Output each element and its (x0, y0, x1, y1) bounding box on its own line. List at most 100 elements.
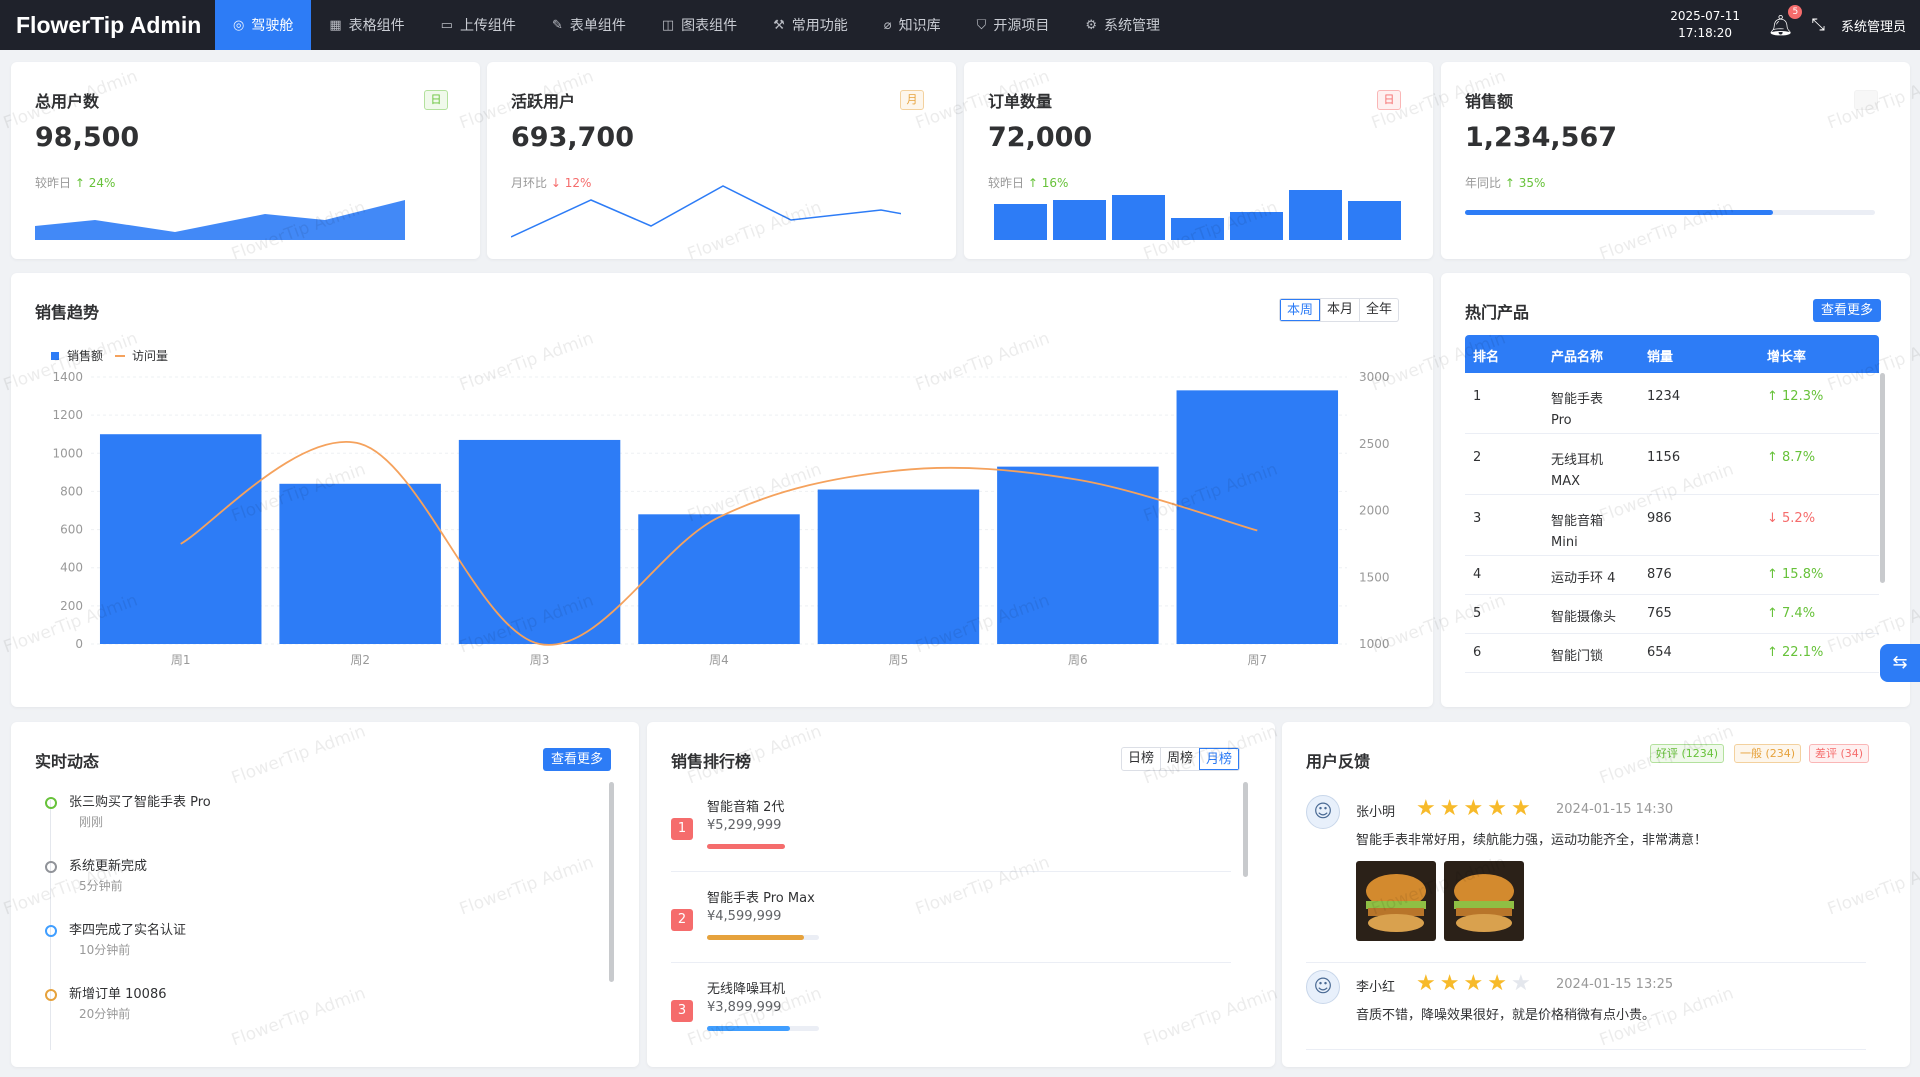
bar-周1 (99, 434, 262, 644)
product-amount: ¥3,899,999 (707, 1000, 782, 1015)
tab-week[interactable]: 周榜 (1160, 748, 1199, 770)
review-image[interactable] (1444, 861, 1524, 941)
rank-cell: 6 (1473, 645, 1482, 660)
star-rating: ★★★★★ (1416, 971, 1535, 996)
review-text: 智能手表非常好用，续航能力强，运动功能齐全，非常满意！ (1356, 833, 1708, 848)
tab-day[interactable]: 日榜 (1122, 748, 1160, 770)
nav-item-form[interactable]: ✎ 表单组件 (534, 0, 644, 50)
mini-bar (994, 204, 1047, 240)
star-icon: ★ (1463, 796, 1488, 821)
review-image[interactable] (1356, 861, 1436, 941)
nav-item-common[interactable]: ⚒ 常用功能 (755, 0, 866, 50)
product-cell: 运动手环 4 (1551, 571, 1616, 586)
star-icon: ★ (1463, 971, 1488, 996)
star-icon: ★ (1487, 796, 1511, 821)
main-nav: ◎ 驾驶舱 ▦ 表格组件 ▭ 上传组件 ✎ 表单组件 ◫ 图表组件 ⚒ 常用功能 ⌀ 知识库 … (215, 0, 1178, 50)
stat-title: 销售额 (1465, 92, 1514, 111)
compare-label: 较昨日 (988, 176, 1025, 190)
table-icon: ▦ (329, 17, 342, 33)
rank-cell: 2 (1473, 450, 1482, 465)
nav-label: 知识库 (898, 18, 941, 34)
table-scrollbar[interactable] (1880, 373, 1885, 583)
burger-image (1444, 861, 1524, 941)
x-tick-label: 周4 (709, 653, 729, 667)
bar-周7 (1176, 390, 1339, 644)
star-icon: ★ (1416, 971, 1440, 996)
view-more-button[interactable]: 查看更多 (543, 748, 612, 771)
stat-title: 订单数量 (988, 92, 1053, 111)
growth-cell: ↓ 5.2% (1767, 511, 1816, 526)
wrench-icon: ⚒ (773, 17, 785, 33)
stat-value: 693,700 (511, 122, 634, 153)
y-tick-label-left: 0 (75, 637, 83, 651)
activity-time: 刚刚 (79, 815, 104, 829)
product-name: 智能手表 Pro Max (707, 891, 815, 906)
mini-line-chart (511, 185, 901, 238)
activity-time: 20分钟前 (79, 1007, 131, 1021)
activity-scrollbar[interactable] (609, 782, 614, 982)
star-icon: ★ (1439, 971, 1464, 996)
ranking-item[interactable]: 3 无线降噪耳机 ¥3,899,999 (671, 978, 1231, 1054)
nav-label: 图表组件 (681, 18, 738, 34)
table-row[interactable]: 3 智能音箱 Mini 986 ↓ 5.2% (1465, 495, 1879, 556)
top-navigation-bar: FlowerTip Admin ◎ 驾驶舱 ▦ 表格组件 ▭ 上传组件 ✎ 表单组件 ◫… (0, 0, 1920, 50)
user-menu[interactable]: 系统管理员 (1841, 16, 1906, 35)
avatar: ☺ (1306, 795, 1340, 829)
x-tick-label: 周3 (530, 653, 550, 667)
nav-item-knowledge[interactable]: ⌀ 知识库 (866, 0, 959, 50)
ranking-item[interactable]: 2 智能手表 Pro Max ¥4,599,999 (671, 887, 1231, 963)
x-tick-label: 周5 (889, 653, 909, 667)
product-cell: 无线耳机 MAX (1551, 453, 1604, 489)
compare-label: 年同比 (1465, 176, 1502, 190)
product-cell: 智能手表 Pro (1551, 392, 1604, 428)
nav-item-table[interactable]: ▦ 表格组件 (311, 0, 422, 50)
nav-item-opensource[interactable]: ⛉ 开源项目 (959, 0, 1068, 50)
ranking-scrollbar[interactable] (1243, 782, 1248, 877)
nav-item-chart[interactable]: ◫ 图表组件 (644, 0, 755, 50)
reviewer-name: 李小红 (1356, 980, 1396, 995)
avatar: ☺ (1306, 970, 1340, 1004)
rank-progress-fill (707, 1026, 790, 1031)
section-title: 实时动态 (35, 752, 100, 771)
header-right: 2025-07-11 17:18:20 🔔︎ 5 ⤡ 系统管理员 (1670, 0, 1920, 50)
feedback-card: 用户反馈 好评 (1234) 一般 (234) 差评 (34) ☺ 张小明 ★★… (1282, 722, 1910, 1067)
rank-cell: 3 (1473, 511, 1482, 526)
rank-cell: 1 (1473, 389, 1482, 404)
table-row[interactable]: 5 智能摄像头 765 ↑ 7.4% (1465, 595, 1879, 634)
nav-item-upload[interactable]: ▭ 上传组件 (423, 0, 534, 50)
activity-text: 新增订单 10086 (69, 987, 167, 1002)
stat-value: 1,234,567 (1465, 122, 1618, 153)
notification-button[interactable]: 🔔︎ 5 (1768, 5, 1803, 37)
product-cell: 智能摄像头 (1551, 610, 1617, 625)
table-row[interactable]: 6 智能门锁 654 ↑ 22.1% (1465, 634, 1879, 673)
bar-周2 (279, 483, 441, 644)
tab-month[interactable]: 月榜 (1199, 748, 1240, 770)
gear-icon: ⚙ (1085, 17, 1098, 33)
user-name: 系统管理员 (1840, 19, 1906, 35)
area-series (35, 200, 405, 240)
fullscreen-exit-icon[interactable]: ⤡ (1811, 15, 1825, 35)
mini-bar (1230, 212, 1283, 240)
table-row[interactable]: 2 无线耳机 MAX 1156 ↑ 8.7% (1465, 434, 1879, 495)
y-tick-label-left: 400 (60, 561, 83, 575)
sales-cell: 986 (1647, 511, 1672, 526)
review-text: 音质不错，降噪效果很好，就是价格稍微有点小贵。 (1356, 1008, 1656, 1023)
x-tick-label: 周2 (350, 653, 370, 667)
compare-label: 较昨日 (35, 176, 72, 190)
negative-tag[interactable]: 差评 (34) (1809, 744, 1870, 763)
settings-float-button[interactable]: ⇆ (1880, 644, 1920, 682)
app-logo[interactable]: FlowerTip Admin (0, 12, 215, 39)
positive-tag[interactable]: 好评 (1234) (1650, 744, 1725, 763)
nav-item-dashboard[interactable]: ◎ 驾驶舱 (215, 0, 312, 50)
ranking-item[interactable]: 1 智能音箱 2代 ¥5,299,999 (671, 796, 1231, 872)
table-row[interactable]: 1 智能手表 Pro 1234 ↑ 12.3% (1465, 373, 1879, 434)
view-more-button[interactable]: 查看更多 (1813, 299, 1882, 322)
nav-item-system[interactable]: ⚙ 系统管理 (1067, 0, 1178, 50)
table-row[interactable]: 4 运动手环 4 876 ↑ 15.8% (1465, 556, 1879, 595)
growth-cell: ↑ 15.8% (1767, 567, 1824, 582)
burger-image (1356, 861, 1436, 941)
column-header: 排名 (1473, 350, 1500, 365)
mini-bar (1112, 195, 1165, 240)
neutral-tag[interactable]: 一般 (234) (1734, 744, 1802, 763)
timeline-dot (45, 925, 57, 937)
